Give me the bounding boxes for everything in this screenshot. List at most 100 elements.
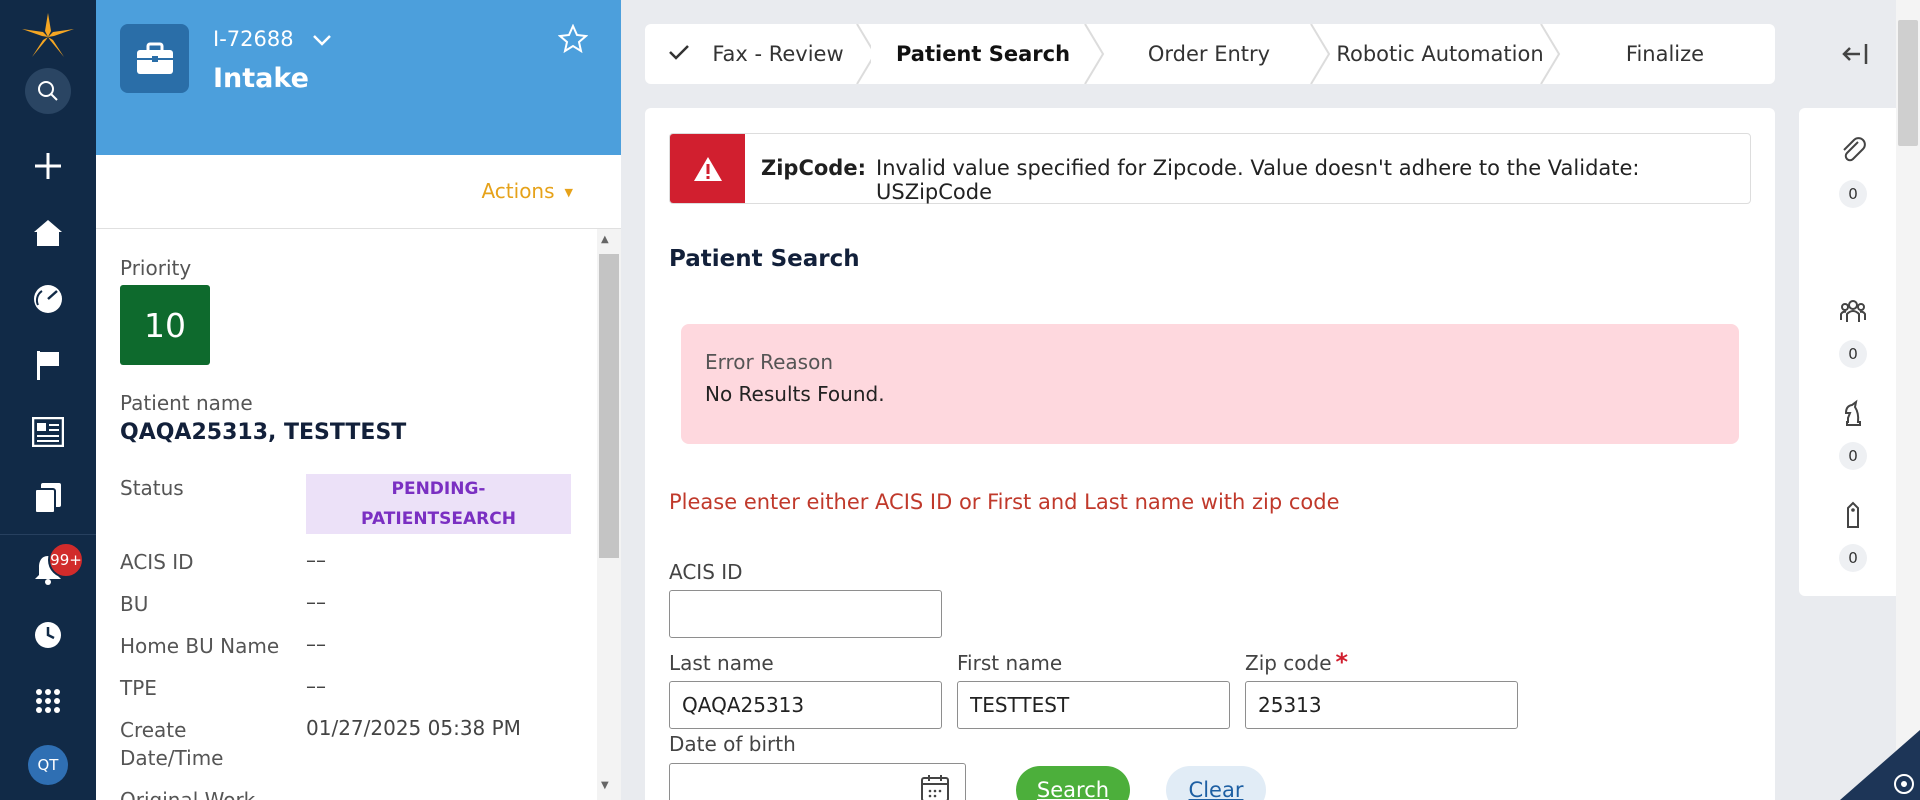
tags-widget[interactable]: 0 <box>1817 500 1889 572</box>
documents-icon[interactable] <box>28 478 68 518</box>
actions-menu-button[interactable]: Actions ▼ <box>481 179 573 203</box>
dashboard-icon[interactable] <box>28 279 68 319</box>
detail-value: 01/27/2025 05:38 PM <box>306 716 521 740</box>
caret-down-icon: ▼ <box>564 186 573 199</box>
knight-count: 0 <box>1839 442 1867 470</box>
warning-icon <box>670 134 745 203</box>
chess-knight-icon <box>1838 398 1868 432</box>
logo-icon[interactable] <box>20 8 76 64</box>
first-name-label: First name <box>957 651 1063 675</box>
nav-rail: 99+ QT <box>0 0 96 800</box>
stage-label: Patient Search <box>895 42 1071 66</box>
rail-divider <box>0 534 96 535</box>
priority-label: Priority <box>120 256 192 280</box>
settings-corner[interactable] <box>1840 730 1920 800</box>
tag-icon <box>1838 500 1868 534</box>
detail-label: BU <box>120 592 149 616</box>
error-field-name: ZipCode: <box>761 156 866 180</box>
scroll-up-arrow-icon[interactable]: ▲ <box>601 234 609 245</box>
attachments-count: 0 <box>1839 180 1867 208</box>
clear-button[interactable]: Clear <box>1166 766 1266 800</box>
error-reason-label: Error Reason <box>705 350 833 374</box>
notification-badge: 99+ <box>48 542 84 578</box>
followers-widget[interactable]: 0 <box>1817 296 1889 368</box>
detail-value: –– <box>306 548 326 572</box>
priority-badge: 10 <box>120 285 210 365</box>
case-title: Intake <box>213 63 309 94</box>
error-reason-box: Error Reason No Results Found. <box>681 324 1739 444</box>
main-content: ZipCode: Invalid value specified for Zip… <box>645 108 1775 800</box>
case-header: I-72688 Intake <box>96 0 621 155</box>
apps-grid-icon[interactable] <box>28 681 68 721</box>
required-indicator: * <box>1335 648 1349 676</box>
section-title: Patient Search <box>669 246 860 272</box>
detail-value: –– <box>306 632 326 656</box>
knight-widget[interactable]: 0 <box>1817 398 1889 470</box>
people-icon <box>1838 296 1868 330</box>
detail-label: Original Work <box>120 788 256 800</box>
utility-rail: 0 0 0 0 <box>1799 108 1906 596</box>
case-id: I-72688 <box>213 27 294 51</box>
zip-code-input[interactable] <box>1245 681 1518 729</box>
home-icon[interactable] <box>28 213 68 253</box>
collapse-panel-icon[interactable] <box>1840 40 1870 72</box>
last-name-label: Last name <box>669 651 774 675</box>
stage-order-entry[interactable]: Order Entry <box>1099 24 1319 84</box>
detail-value: –– <box>306 674 326 698</box>
avatar[interactable]: QT <box>28 745 68 785</box>
error-reason-value: No Results Found. <box>705 382 885 406</box>
stage-patient-search[interactable]: Patient Search <box>871 24 1095 84</box>
search-button[interactable]: Search <box>1016 766 1130 800</box>
detail-label: ACIS ID <box>120 550 194 574</box>
detail-value: –– <box>306 590 326 614</box>
stage-label: Finalize <box>1625 42 1705 66</box>
stage-finalize[interactable]: Finalize <box>1555 24 1775 84</box>
actions-bar: Actions ▼ <box>96 155 621 229</box>
detail-label-line: Date/Time <box>120 746 224 770</box>
briefcase-icon <box>120 24 189 93</box>
status-badge: PENDING- PATIENTSEARCH <box>306 474 571 534</box>
calendar-icon[interactable] <box>920 773 950 800</box>
news-icon[interactable] <box>28 412 68 452</box>
patient-name-label: Patient name <box>120 391 253 415</box>
stage-robotic-automation[interactable]: Robotic Automation <box>1325 24 1555 84</box>
validation-error-banner: ZipCode: Invalid value specified for Zip… <box>669 133 1751 204</box>
error-message: Invalid value specified for Zipcode. Val… <box>876 156 1640 204</box>
case-summary-panel: I-72688 Intake Actions ▼ Priority 10 Pati… <box>96 0 621 800</box>
scroll-down-arrow-icon[interactable]: ▼ <box>601 780 609 791</box>
zip-code-label: Zip code * <box>1245 648 1348 676</box>
history-icon[interactable] <box>28 615 68 655</box>
stage-label: Fax - Review <box>712 42 844 66</box>
followers-count: 0 <box>1839 340 1867 368</box>
check-icon <box>668 42 690 66</box>
stage-navigation: Fax - Review Patient Search Order Entry … <box>645 24 1775 84</box>
search-instruction: Please enter either ACIS ID or First and… <box>669 490 1340 514</box>
page-scrollbar-thumb[interactable] <box>1898 20 1918 146</box>
stage-label: Order Entry <box>1147 42 1271 66</box>
patient-name: QAQA25313, TESTTEST <box>120 420 407 445</box>
status-line-2: PATIENTSEARCH <box>361 509 516 529</box>
tags-count: 0 <box>1839 544 1867 572</box>
last-name-input[interactable] <box>669 681 942 729</box>
detail-label-line: Create <box>120 718 187 742</box>
stage-label: Robotic Automation <box>1336 42 1544 66</box>
detail-label: TPE <box>120 676 157 700</box>
panel-scrollbar-thumb[interactable] <box>599 254 619 558</box>
stage-fax-review[interactable]: Fax - Review <box>645 24 867 84</box>
attachments-widget[interactable]: 0 <box>1817 136 1889 208</box>
plus-icon[interactable] <box>28 146 68 186</box>
flag-icon[interactable] <box>28 345 68 385</box>
date-of-birth-label: Date of birth <box>669 732 796 756</box>
star-icon[interactable] <box>557 23 589 58</box>
chevron-down-icon[interactable] <box>310 28 334 56</box>
detail-label: Create Date/Time <box>120 716 300 772</box>
search-icon[interactable] <box>25 68 71 114</box>
zip-code-label-text: Zip code <box>1245 651 1332 675</box>
actions-label: Actions <box>481 179 555 203</box>
acis-id-input[interactable] <box>669 590 942 638</box>
first-name-input[interactable] <box>957 681 1230 729</box>
acis-id-label: ACIS ID <box>669 560 743 584</box>
detail-label: Status <box>120 476 184 500</box>
status-line-1: PENDING- <box>391 479 486 499</box>
attachment-icon <box>1838 136 1868 170</box>
